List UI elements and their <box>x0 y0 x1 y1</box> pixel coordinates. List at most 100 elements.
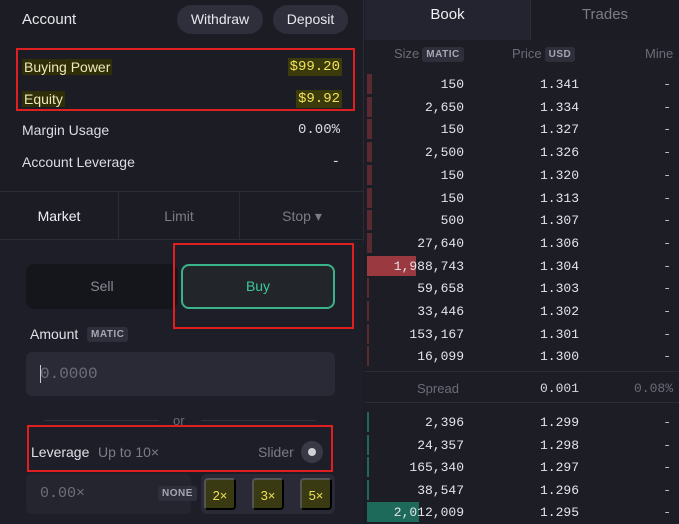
bid-mine: - <box>663 437 671 453</box>
ask-price: 1.307 <box>539 213 579 229</box>
ask-size: 150 <box>440 167 464 183</box>
margin-usage-value: 0.00% <box>297 122 340 138</box>
amount-placeholder: 0.0000 <box>40 365 98 383</box>
tab-stop[interactable]: Stop ▾ <box>240 192 364 240</box>
spread-label: Spread <box>417 381 459 396</box>
ask-depth-bar <box>367 187 372 208</box>
account-leverage-label: Account Leverage <box>22 154 135 170</box>
ask-row[interactable]: 33,446 1.302 - <box>365 300 679 322</box>
leverage-3x-button[interactable]: 3× <box>252 478 284 510</box>
equity-label: Equity <box>22 91 65 107</box>
tab-book[interactable]: Book <box>365 0 530 40</box>
ask-mine: - <box>663 258 671 274</box>
buy-button[interactable]: Buy <box>181 264 335 309</box>
ask-row[interactable]: 2,650 1.334 - <box>365 96 679 118</box>
ask-mine: - <box>663 99 671 115</box>
amount-label: Amount <box>30 326 79 342</box>
ask-size: 500 <box>440 213 464 229</box>
equity-value: $9.92 <box>295 90 342 108</box>
leverage-label: Leverage <box>31 444 90 460</box>
bid-row[interactable]: 24,357 1.298 - <box>365 434 679 456</box>
bid-size: 38,547 <box>417 482 464 498</box>
ask-mine: - <box>663 77 671 92</box>
bid-price: 1.297 <box>539 460 579 476</box>
spread-percent: 0.08% <box>633 381 673 396</box>
amount-input[interactable]: 0.0000 <box>26 352 335 396</box>
slider-toggle-icon[interactable] <box>301 441 323 463</box>
deposit-button[interactable]: Deposit <box>273 5 348 34</box>
ask-row[interactable]: 150 1.341 - <box>365 73 679 95</box>
leverage-max-label: Up to 10× <box>98 444 160 460</box>
ask-mine: - <box>663 304 671 319</box>
ask-row[interactable]: 150 1.327 - <box>365 118 679 140</box>
ask-mine: - <box>663 122 671 138</box>
ask-price: 1.326 <box>539 145 579 161</box>
column-mine-label: Mine <box>645 46 674 61</box>
buying-power-label: Buying Power <box>22 59 113 75</box>
ask-row[interactable]: 1,988,743 1.304 - <box>365 255 679 277</box>
or-divider-left <box>44 420 159 421</box>
ask-depth-bar <box>367 142 372 163</box>
column-size-label: Size <box>394 46 420 61</box>
bid-price: 1.296 <box>539 482 579 498</box>
equity-row: Equity $9.92 <box>22 87 342 111</box>
bid-price: 1.298 <box>539 437 579 453</box>
bid-mine: - <box>663 482 671 498</box>
leverage-input[interactable]: 0.00× NONE <box>26 474 197 514</box>
ask-size: 16,099 <box>417 349 464 365</box>
ask-size: 59,658 <box>417 281 464 297</box>
slider-label: Slider <box>258 444 294 460</box>
ask-depth-bar <box>367 210 372 231</box>
withdraw-button[interactable]: Withdraw <box>177 5 263 34</box>
tab-limit[interactable]: Limit <box>119 192 240 240</box>
ask-price: 1.303 <box>539 281 579 297</box>
ask-size: 2,500 <box>424 145 464 161</box>
ask-price: 1.327 <box>539 122 579 138</box>
ask-row[interactable]: 150 1.320 - <box>365 164 679 186</box>
or-divider-right <box>201 420 316 421</box>
ask-row[interactable]: 59,658 1.303 - <box>365 277 679 299</box>
bid-row[interactable]: 2,396 1.299 - <box>365 411 679 433</box>
tab-market[interactable]: Market <box>0 192 119 240</box>
sell-button[interactable]: Sell <box>26 264 178 309</box>
ask-row[interactable]: 153,167 1.301 - <box>365 323 679 345</box>
margin-usage-row: Margin Usage 0.00% <box>22 118 342 142</box>
ask-price: 1.320 <box>539 167 579 183</box>
ask-mine: - <box>663 349 671 365</box>
leverage-2x-button[interactable]: 2× <box>204 478 236 510</box>
leverage-none-badge[interactable]: NONE <box>158 486 197 501</box>
bid-mine: - <box>663 460 671 476</box>
leverage-input-value: 0.00× <box>40 485 86 502</box>
ask-size: 150 <box>440 190 464 206</box>
ask-price: 1.341 <box>539 77 579 92</box>
tab-trades[interactable]: Trades <box>530 0 679 40</box>
ask-depth-bar <box>367 323 369 344</box>
bid-row[interactable]: 38,547 1.296 - <box>365 479 679 501</box>
bid-depth-bar <box>367 479 369 500</box>
ask-row[interactable]: 2,500 1.326 - <box>365 141 679 163</box>
bid-row[interactable]: 2,012,009 1.295 - <box>365 501 679 523</box>
ask-size: 150 <box>440 77 464 92</box>
ask-row[interactable]: 27,640 1.306 - <box>365 232 679 254</box>
ask-size: 27,640 <box>417 235 464 251</box>
ask-mine: - <box>663 145 671 161</box>
leverage-presets: 2× 3× 5× <box>201 474 335 514</box>
amount-unit-badge: MATIC <box>87 327 129 342</box>
bid-depth-bar <box>367 412 369 432</box>
ask-mine: - <box>663 167 671 183</box>
ask-mine: - <box>663 213 671 229</box>
leverage-5x-button[interactable]: 5× <box>300 478 332 510</box>
ask-price: 1.313 <box>539 190 579 206</box>
buying-power-value: $99.20 <box>287 58 342 76</box>
bid-depth-bar <box>367 434 369 455</box>
ask-row[interactable]: 500 1.307 - <box>365 209 679 231</box>
orderbook-panel: Book Trades Size MATIC Price USD Mine 150 1… <box>365 0 679 524</box>
spread-row: Spread 0.001 0.08% <box>365 371 679 403</box>
ask-price: 1.306 <box>539 235 579 251</box>
column-size-header: Size MATIC <box>394 46 464 62</box>
ask-row[interactable]: 150 1.313 - <box>365 187 679 209</box>
bid-row[interactable]: 165,340 1.297 - <box>365 456 679 478</box>
bid-price: 1.299 <box>539 415 579 430</box>
ask-row[interactable]: 16,099 1.300 - <box>365 345 679 367</box>
bid-size: 165,340 <box>409 460 464 476</box>
